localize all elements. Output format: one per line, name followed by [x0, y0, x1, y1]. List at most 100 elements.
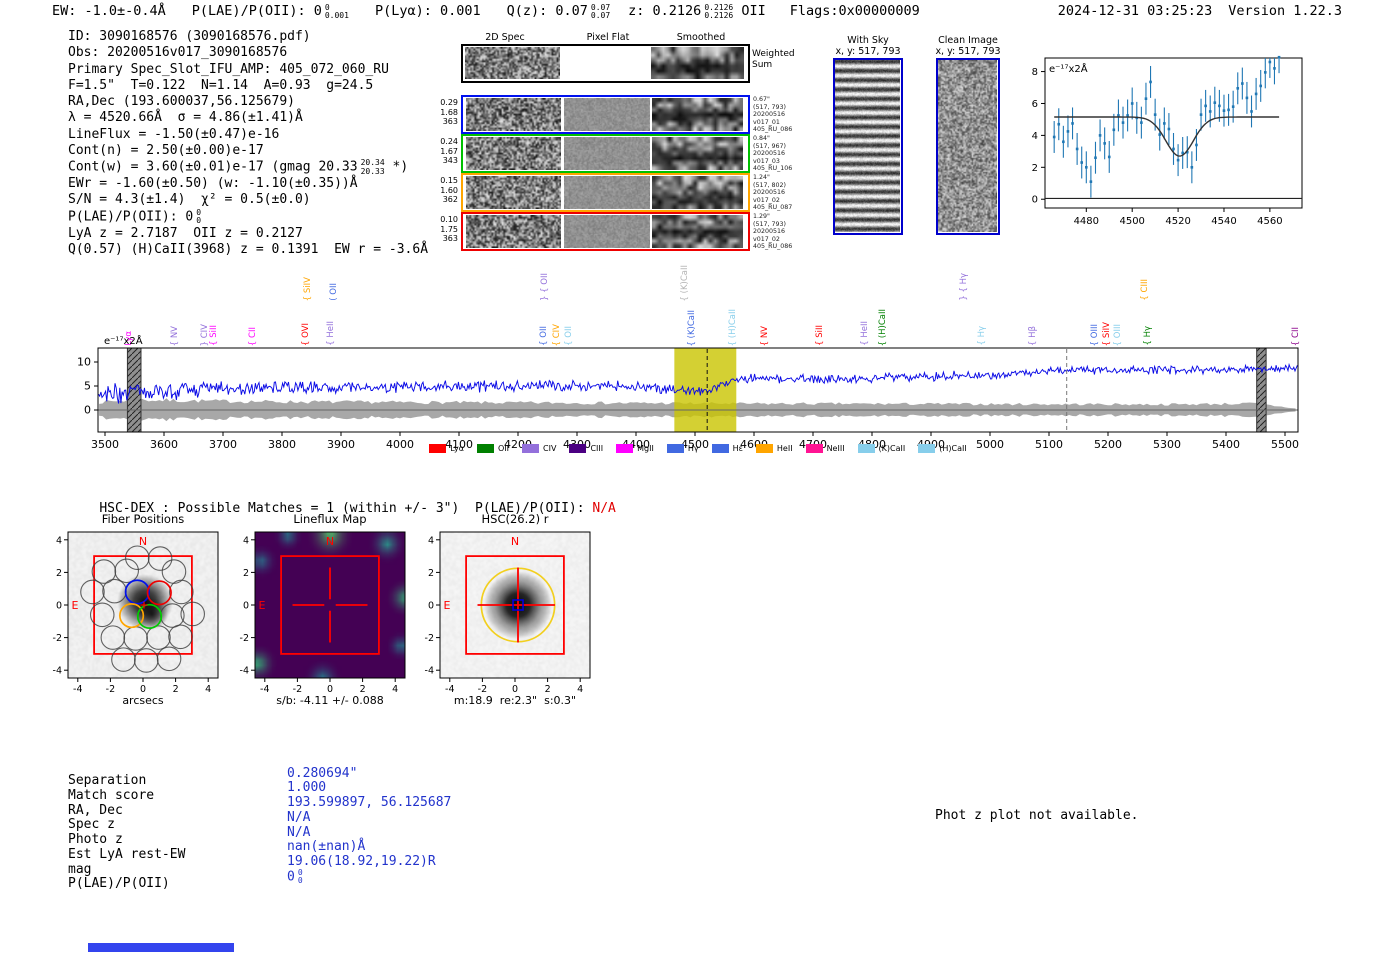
- info-line-3: F=1.5" T=0.122 N=1.14 A=0.93 g=24.5: [68, 77, 374, 93]
- legend-item-NeIII: NeIII: [805, 444, 845, 453]
- cutout-row-0: [461, 95, 750, 134]
- cutout-row-1-right-labels: 0.84" (517, 967) 20200516 v017_03 405_RU…: [753, 135, 793, 172]
- legend-swatch: [666, 444, 684, 453]
- info-line-4: RA,Dec (193.600037,56.125679): [68, 94, 295, 110]
- match-label-0: Separation: [68, 773, 147, 788]
- match-value-0: 0.280694": [287, 765, 358, 781]
- row2-smoothed-image: [652, 176, 743, 209]
- clean-image-title: Clean Image: [938, 35, 998, 46]
- legend-item-H: Hγ: [666, 444, 699, 453]
- svg-text:-2: -2: [478, 684, 487, 695]
- col-title-2d-spec: 2D Spec: [485, 32, 525, 43]
- match-label-7: P(LAE)/P(OII): [68, 876, 170, 892]
- footer-link-bar: [88, 943, 234, 952]
- legend-swatch: [477, 444, 494, 453]
- cutout-row-2-right-labels: 1.24" (517, 802) 20200516 v017_02 405_RU…: [753, 174, 793, 211]
- legend-swatch: [918, 444, 936, 453]
- cutout-row-0-left-labels: 0.29 1.68 363: [440, 98, 458, 127]
- svg-text:4540: 4540: [1211, 216, 1236, 227]
- svg-text:8: 8: [1032, 67, 1038, 78]
- svg-text:0: 0: [243, 601, 249, 612]
- row2-pixelflat-image: [564, 176, 650, 209]
- svg-text:4: 4: [56, 535, 62, 546]
- cutout-row-3-right-labels: 1.29" (517, 793) 20200516 v017_02 405_RU…: [753, 213, 793, 250]
- match-value-1: 1.000: [287, 780, 327, 796]
- detection-info-block: ID: 3090168576 (3090168576.pdf) Obs: 2020…: [68, 29, 428, 258]
- row3-pixelflat-image: [564, 215, 650, 248]
- match-label-4: Photo z: [68, 832, 123, 847]
- svg-text:-4: -4: [260, 684, 269, 695]
- header-z: z: 0.2126 0.2126 0.2126 OII: [628, 2, 766, 20]
- fiber-image: [68, 532, 218, 678]
- svg-text:0: 0: [56, 601, 62, 612]
- info-line-2: Primary Spec_Slot_IFU_AMP: 405_072_060_R…: [68, 61, 389, 77]
- svg-text:-4: -4: [73, 684, 82, 695]
- svg-text:0: 0: [327, 684, 333, 695]
- svg-text:0: 0: [140, 684, 146, 695]
- legend-item-HeII: HeII: [755, 444, 793, 453]
- svg-text:5: 5: [84, 380, 91, 393]
- legend-item-Ly: Lyα: [429, 444, 464, 453]
- legend-swatch: [522, 444, 540, 453]
- match-value-2: 193.599897, 56.125687: [287, 795, 452, 810]
- clean-image: [938, 60, 997, 232]
- info-line-0: ID: 3090168576 (3090168576.pdf): [68, 29, 311, 44]
- cutout-row-1: [461, 134, 750, 173]
- svg-text:0: 0: [428, 601, 434, 612]
- legend-item-OII: OII: [477, 444, 509, 453]
- weighted-2dspec-image: [465, 47, 560, 79]
- info-line-7: Cont(n) = 2.50(±0.00)e-17: [68, 143, 264, 159]
- match-value-6: 19.06(18.92,19.22)R: [287, 854, 436, 869]
- svg-text:-4: -4: [240, 666, 249, 677]
- fiber-panel: -4 -4 -2 -2 0 0 2 2 4 4 N E: [36, 507, 226, 707]
- info-line-9: EWr = -1.60(±0.50) (w: -1.10(±0.35))Å: [68, 176, 358, 192]
- row0-smoothed-image: [652, 98, 743, 131]
- match-label-2: RA, Dec: [68, 802, 123, 818]
- svg-text:4560: 4560: [1257, 216, 1282, 227]
- svg-text:4: 4: [428, 535, 434, 546]
- match-label-5: Est LyA rest-EW: [68, 846, 186, 862]
- svg-text:4: 4: [577, 684, 583, 695]
- legend-swatch: [711, 444, 729, 453]
- svg-text:-2: -2: [240, 633, 249, 644]
- info-line-8: Cont(w) = 3.60(±0.01)e-17 (gmag 20.33 20.…: [68, 158, 409, 176]
- header-datetime: 2024-12-31 03:25:23: [1057, 3, 1213, 19]
- match-value-4: N/A: [287, 824, 311, 840]
- svg-text:2: 2: [1032, 163, 1038, 174]
- match-value-3: N/A: [287, 809, 311, 825]
- legend-swatch: [857, 444, 875, 453]
- legend-swatch: [805, 444, 823, 453]
- svg-text:-2: -2: [293, 684, 302, 695]
- clean-image-coords: x, y: 517, 793: [935, 46, 1001, 57]
- weighted-sum-row: [461, 44, 750, 83]
- legend-swatch: [755, 444, 773, 453]
- info-line-1: Obs: 20200516v017_3090168576: [68, 45, 288, 61]
- full-spectrum-plot: 3500360037003800390040004100420043004400…: [77, 334, 1299, 451]
- svg-text:2: 2: [545, 684, 551, 695]
- lineflux-panel: -4 -4 -2 -2 0 0 2 2 4 4 N E: [223, 507, 413, 707]
- with-sky-title: With Sky: [847, 35, 889, 46]
- with-sky-coords: x, y: 517, 793: [835, 46, 901, 57]
- spectrum-legend: Lyα OII CIV CIII MgII Hγ Hε HeII NeIII (K)CaII (H)…: [98, 444, 1298, 453]
- match-label-3: Spec z: [68, 817, 115, 833]
- svg-text:2: 2: [56, 568, 62, 579]
- svg-text:-4: -4: [445, 684, 454, 695]
- col-title-smoothed: Smoothed: [676, 32, 726, 43]
- header-plae: P(LAE)/P(OII): 0 0 0.001: [191, 2, 349, 20]
- match-value-5: nan(±nan)Å: [287, 839, 366, 855]
- svg-text:10: 10: [77, 356, 91, 369]
- legend-swatch: [616, 444, 634, 453]
- svg-text:-2: -2: [53, 633, 62, 644]
- legend-swatch: [429, 444, 447, 453]
- info-line-12: LyA z = 2.7187 OII z = 0.2127: [68, 225, 303, 241]
- info-line-10: S/N = 4.3(±1.4) χ² = 0.5(±0.0): [68, 192, 311, 208]
- info-line-5: λ = 4520.66Å σ = 4.86(±1.41)Å: [68, 110, 303, 126]
- svg-text:0: 0: [512, 684, 518, 695]
- svg-text:2: 2: [428, 568, 434, 579]
- cutout-row-1-left-labels: 0.24 1.67 343: [440, 137, 458, 166]
- svg-text:2: 2: [173, 684, 179, 695]
- with-sky-image: [835, 60, 900, 232]
- cutout-row-3: [461, 212, 750, 251]
- info-line-11: P(LAE)/P(OII): 000: [68, 207, 202, 226]
- svg-text:4480: 4480: [1074, 216, 1099, 227]
